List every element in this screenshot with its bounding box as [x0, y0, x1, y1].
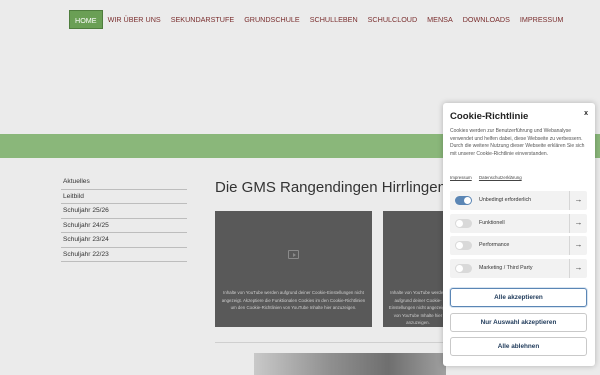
top-nav: Home Wir über uns Sekundarstufe Grundsch…: [69, 10, 568, 29]
sidebar-item-schuljahr-22-23[interactable]: Schuljahr 22/23: [61, 248, 187, 262]
category-label: Performance: [479, 242, 510, 248]
cookie-description: Cookies werden zur Benutzerführung und W…: [450, 128, 585, 158]
page-title: Die GMS Rangendingen Hirrlingen: [215, 179, 446, 196]
close-icon[interactable]: x: [584, 110, 588, 117]
video-consent-text: Inhalte von YouTube werden aufgrund dein…: [388, 290, 448, 325]
arrow-right-icon[interactable]: →: [569, 236, 587, 255]
arrow-right-icon[interactable]: →: [569, 259, 587, 278]
arrow-right-icon[interactable]: →: [569, 214, 587, 233]
nav-item-impressum[interactable]: Impressum: [515, 10, 569, 29]
nav-item-schulleben[interactable]: Schulleben: [305, 10, 363, 29]
cookie-title: Cookie-Richtlinie: [450, 111, 529, 122]
reject-all-button[interactable]: Alle ablehnen: [450, 337, 587, 356]
cookie-dialog: Cookie-Richtlinie x Cookies werden zur B…: [443, 103, 595, 366]
nav-item-downloads[interactable]: Downloads: [458, 10, 515, 29]
category-label: Unbedingt erforderlich: [479, 197, 532, 203]
marketing-toggle[interactable]: [455, 264, 472, 273]
impressum-link[interactable]: Impressum: [450, 175, 472, 180]
sidebar-item-schuljahr-24-25[interactable]: Schuljahr 24/25: [61, 219, 187, 233]
nav-item-grundschule[interactable]: Grundschule: [239, 10, 305, 29]
functional-toggle[interactable]: [455, 219, 472, 228]
sidebar-item-schuljahr-25-26[interactable]: Schuljahr 25/26: [61, 204, 187, 219]
nav-item-wir-ueber-uns[interactable]: Wir über uns: [103, 10, 166, 29]
sidebar-item-leitbild[interactable]: Leitbild: [61, 190, 187, 204]
nav-item-schulcloud[interactable]: Schulcloud: [363, 10, 423, 29]
cookie-links: Impressum Datenschutzerklärung: [450, 175, 528, 180]
nav-item-home[interactable]: Home: [69, 10, 103, 29]
video-placeholder[interactable]: Inhalte von YouTube werden aufgrund dein…: [215, 211, 372, 327]
cookie-category-functional: Funktionell →: [450, 214, 587, 233]
accept-selection-button[interactable]: Nur Auswahl akzeptieren: [450, 313, 587, 332]
video-consent-text: Inhalte von YouTube werden aufgrund dein…: [221, 290, 366, 310]
accept-all-button[interactable]: Alle akzeptieren: [450, 288, 587, 307]
cookie-category-performance: Performance →: [450, 236, 587, 255]
video-icon: [288, 250, 299, 259]
nav-item-mensa[interactable]: Mensa: [422, 10, 458, 29]
necessary-toggle[interactable]: [455, 196, 472, 205]
divider: [215, 342, 453, 343]
sidebar: Aktuelles Leitbild Schuljahr 25/26 Schul…: [61, 175, 187, 262]
arrow-right-icon[interactable]: →: [569, 191, 587, 210]
cookie-category-necessary: Unbedingt erforderlich →: [450, 191, 587, 210]
sidebar-item-aktuelles[interactable]: Aktuelles: [61, 175, 187, 190]
performance-toggle[interactable]: [455, 241, 472, 250]
nav-item-sekundarstufe[interactable]: Sekundarstufe: [166, 10, 240, 29]
sidebar-item-schuljahr-23-24[interactable]: Schuljahr 23/24: [61, 233, 187, 248]
category-label: Funktionell: [479, 220, 505, 226]
category-label: Marketing / Third Party: [479, 265, 533, 271]
content-image: [254, 353, 446, 375]
cookie-category-marketing: Marketing / Third Party →: [450, 259, 587, 278]
datenschutz-link[interactable]: Datenschutzerklärung: [479, 175, 522, 180]
